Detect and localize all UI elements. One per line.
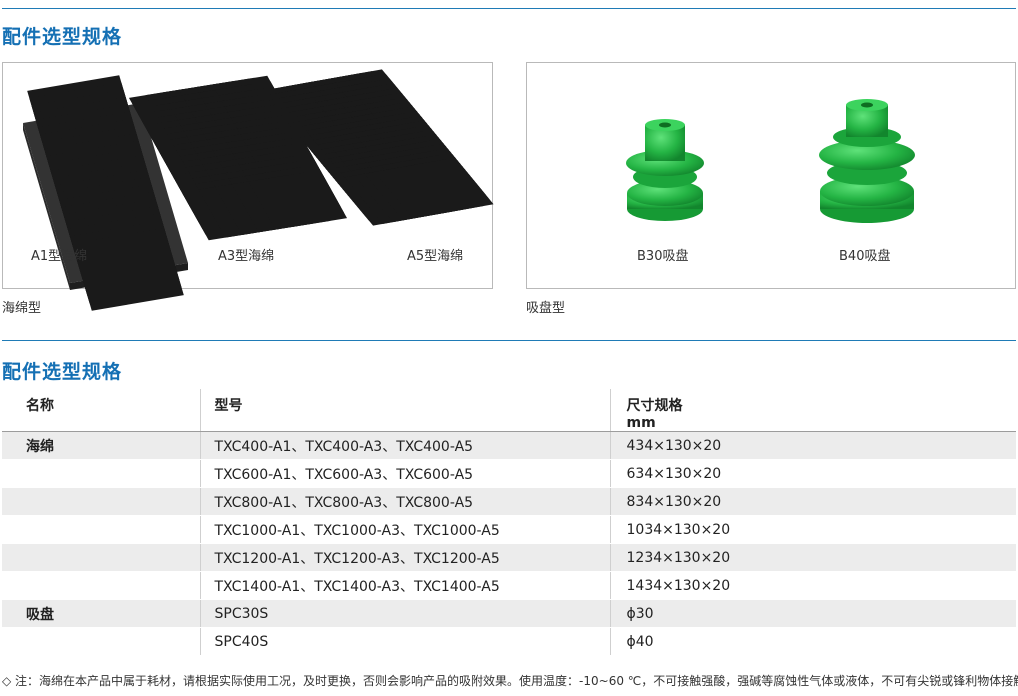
row-model: TXC1400-A1、TXC1400-A3、TXC1400-A5 (199, 571, 610, 600)
row-name (2, 487, 200, 516)
row-name (2, 571, 200, 600)
table-row: 海绵 TXC400-A1、TXC400-A3、TXC400-A5 434×130… (2, 431, 1016, 460)
row-model: TXC1200-A1、TXC1200-A3、TXC1200-A5 (199, 543, 610, 572)
row-size: ϕ40 (609, 627, 1016, 656)
suction-cup-b30-label: B30吸盘 (637, 249, 689, 264)
row-size: 834×130×20 (609, 487, 1016, 516)
middle-divider (2, 340, 1016, 341)
suction-cup-b40-label: B40吸盘 (839, 249, 891, 264)
table-row: TXC600-A1、TXC600-A3、TXC600-A5 634×130×20 (2, 459, 1016, 488)
row-model: TXC800-A1、TXC800-A3、TXC800-A5 (199, 487, 610, 516)
row-size: 1234×130×20 (609, 543, 1016, 572)
row-size: 634×130×20 (609, 459, 1016, 488)
row-name (2, 627, 200, 656)
spec-table: 名称 型号 尺寸规格 mm 海绵 TXC400-A1、TXC400-A3、TXC… (2, 389, 1016, 656)
sponge-caption: 海绵型 (2, 301, 42, 316)
row-size: 1034×130×20 (609, 515, 1016, 544)
section-title-1: 配件选型规格 (2, 26, 123, 48)
table-row: TXC1400-A1、TXC1400-A3、TXC1400-A5 1434×13… (2, 571, 1016, 600)
sponge-panel: A1型海绵 A3型海绵 A5型海绵 (2, 62, 494, 311)
row-model: SPC30S (199, 599, 610, 628)
row-name (2, 543, 200, 572)
table-header-row: 名称 型号 尺寸规格 mm (2, 389, 1016, 432)
row-model: SPC40S (199, 627, 610, 656)
header-size-label: 尺寸规格 (626, 398, 683, 414)
cup-panel: B30吸盘 B40吸盘 (526, 62, 1016, 289)
section-title-2: 配件选型规格 (2, 361, 123, 383)
top-divider (2, 8, 1016, 9)
sponge-a3-label: A3型海绵 (218, 249, 275, 264)
row-model: TXC600-A1、TXC600-A3、TXC600-A5 (199, 459, 610, 488)
cup-caption: 吸盘型 (526, 301, 566, 316)
row-size: 1434×130×20 (609, 571, 1016, 600)
table-row: TXC800-A1、TXC800-A3、TXC800-A5 834×130×20 (2, 487, 1016, 516)
row-size: ϕ30 (609, 599, 1016, 628)
row-name (2, 459, 200, 488)
header-size: 尺寸规格 mm (609, 389, 1016, 432)
table-row: TXC1200-A1、TXC1200-A3、TXC1200-A5 1234×13… (2, 543, 1016, 572)
table-row: TXC1000-A1、TXC1000-A3、TXC1000-A5 1034×13… (2, 515, 1016, 544)
row-name: 海绵 (2, 431, 200, 460)
table-row: 吸盘 SPC30S ϕ30 (2, 599, 1016, 628)
header-size-unit: mm (626, 415, 656, 431)
row-name: 吸盘 (2, 599, 200, 628)
row-name (2, 515, 200, 544)
table-row: SPC40S ϕ40 (2, 627, 1016, 656)
row-size: 434×130×20 (609, 431, 1016, 460)
row-model: TXC1000-A1、TXC1000-A3、TXC1000-A5 (199, 515, 610, 544)
header-model: 型号 (199, 389, 610, 432)
header-name: 名称 (2, 389, 200, 432)
sponge-a5-label: A5型海绵 (407, 249, 464, 264)
sponge-a1-label: A1型海绵 (31, 249, 88, 264)
row-model: TXC400-A1、TXC400-A3、TXC400-A5 (199, 431, 610, 460)
suction-cup-b40-image (819, 99, 915, 223)
footnote: ◇ 注：海绵在本产品中属于耗材，请根据实际使用工况，及时更换，否则会影响产品的吸… (2, 674, 1018, 688)
